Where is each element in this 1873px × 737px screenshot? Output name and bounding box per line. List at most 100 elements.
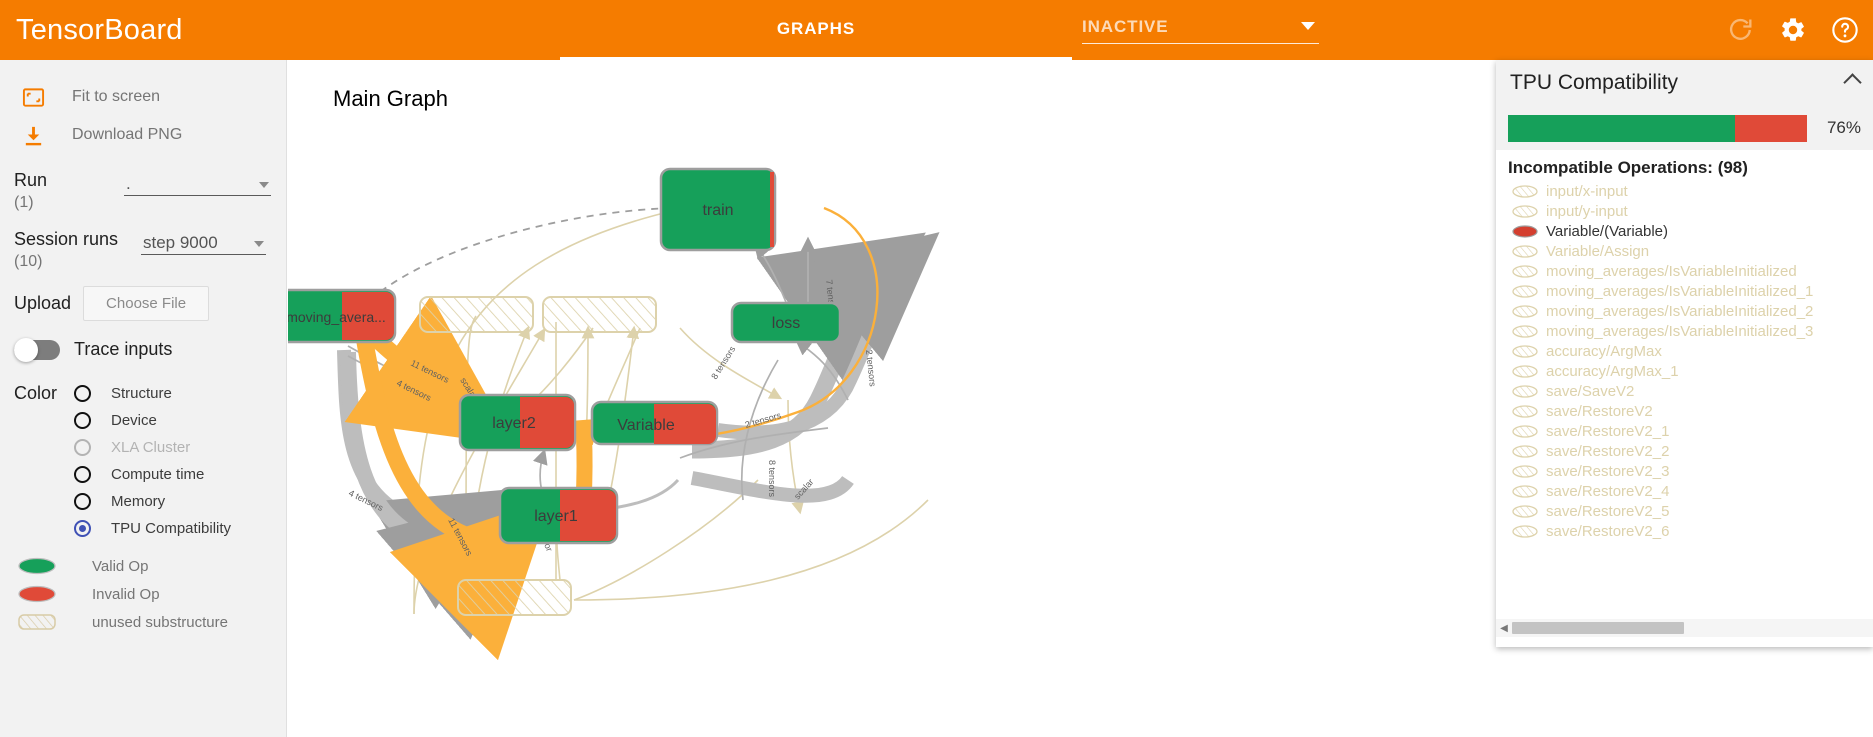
color-option-xla-cluster: XLA Cluster — [74, 434, 231, 461]
operation-row[interactable]: moving_averages/IsVariableInitialized_3 — [1508, 321, 1873, 341]
gear-icon[interactable] — [1779, 16, 1807, 44]
valid-portion — [1508, 114, 1736, 142]
hatched-ellipse-icon — [1508, 404, 1542, 418]
operation-row[interactable]: moving_averages/IsVariableInitialized_2 — [1508, 301, 1873, 321]
legend-item-invalid-op: Invalid Op — [14, 580, 286, 608]
color-option-structure[interactable]: Structure — [74, 380, 231, 407]
top-app-bar: TensorBoard GRAPHS INACTIVE — [0, 0, 1873, 60]
radio-icon — [74, 412, 91, 429]
operation-row[interactable]: Variable/Assign — [1508, 241, 1873, 261]
hatched-ellipse-icon — [1508, 484, 1542, 498]
operation-row[interactable]: save/RestoreV2_2 — [1508, 441, 1873, 461]
fit-to-screen-button[interactable]: Fit to screen — [0, 78, 286, 116]
choose-file-button[interactable]: Choose File — [83, 286, 210, 321]
operation-row[interactable]: save/RestoreV2_3 — [1508, 461, 1873, 481]
graph-canvas[interactable]: Main Graph 4 tensors 11 tensors 4 tensor… — [288, 60, 1496, 737]
radio-icon — [74, 439, 91, 456]
operation-row[interactable]: moving_averages/IsVariableInitialized_1 — [1508, 281, 1873, 301]
operation-name: input/x-input — [1546, 182, 1628, 200]
operation-row[interactable]: accuracy/ArgMax — [1508, 341, 1873, 361]
graph-node-layer2[interactable]: layer2 — [458, 393, 577, 452]
trace-inputs-toggle[interactable]: Trace inputs — [0, 337, 286, 362]
inactive-dropdown-label: INACTIVE — [1082, 16, 1169, 36]
red-ellipse-icon — [14, 585, 60, 603]
hatched-rect-icon — [14, 613, 60, 631]
legend-item-valid-op: Valid Op — [14, 552, 286, 580]
panel-header: TPU Compatibility — [1496, 60, 1873, 106]
scrollbar-thumb[interactable] — [1512, 622, 1684, 634]
node-label: layer2 — [492, 415, 536, 432]
hatched-ellipse-icon — [1508, 464, 1542, 478]
download-png-button[interactable]: Download PNG — [0, 116, 286, 154]
fit-to-screen-label: Fit to screen — [72, 88, 161, 105]
unused-substructure-node[interactable] — [419, 296, 534, 333]
session-runs-field: Session runs (10) step 9000 — [0, 229, 286, 272]
incompatible-operations-list[interactable]: Incompatible Operations: (98) input/x-in… — [1496, 150, 1873, 610]
help-icon[interactable] — [1831, 16, 1859, 44]
unused-substructure-node[interactable] — [542, 296, 657, 333]
hatched-ellipse-icon — [1508, 344, 1542, 358]
chevron-down-icon — [254, 241, 264, 247]
operation-rows: input/x-input input/y-input Variable/(Vari… — [1508, 181, 1873, 541]
toggle-track — [14, 337, 60, 362]
hatched-ellipse-icon — [1508, 204, 1542, 218]
compatibility-percent: 76% — [1826, 118, 1861, 137]
hatched-ellipse-icon — [1508, 184, 1542, 198]
hatched-ellipse-icon — [1508, 424, 1542, 438]
graph-node-loss[interactable]: loss — [730, 301, 842, 344]
edge-label: 8 tensors — [767, 460, 777, 498]
unused-substructure-node[interactable] — [457, 579, 572, 616]
radio-icon — [74, 520, 91, 537]
run-count: (1) — [14, 194, 34, 211]
hatched-ellipse-icon — [1508, 244, 1542, 258]
color-option-device[interactable]: Device — [74, 407, 231, 434]
graph-node-train[interactable]: train — [659, 167, 777, 252]
operation-row[interactable]: Variable/(Variable) — [1508, 221, 1873, 241]
hatched-ellipse-icon — [1508, 304, 1542, 318]
operation-row[interactable]: input/x-input — [1508, 181, 1873, 201]
run-select-value: . — [126, 174, 131, 193]
operation-row[interactable]: moving_averages/IsVariableInitialized — [1508, 261, 1873, 281]
run-label-text: Run — [14, 170, 48, 190]
chevron-up-icon[interactable] — [1843, 73, 1862, 92]
run-select[interactable]: . — [124, 170, 271, 196]
color-option-memory[interactable]: Memory — [74, 488, 231, 515]
legend-label: Valid Op — [92, 557, 149, 575]
edge-label: 8 tensors — [709, 344, 737, 381]
operation-row[interactable]: input/y-input — [1508, 201, 1873, 221]
operation-row[interactable]: save/RestoreV2 — [1508, 401, 1873, 421]
horizontal-scrollbar[interactable]: ◀ — [1496, 619, 1873, 637]
operation-row[interactable]: save/RestoreV2_6 — [1508, 521, 1873, 541]
tab-graphs[interactable]: GRAPHS — [560, 0, 1072, 60]
operation-row[interactable]: accuracy/ArgMax_1 — [1508, 361, 1873, 381]
legend-item-unused-substructure: unused substructure — [14, 608, 286, 636]
refresh-icon[interactable] — [1727, 16, 1755, 44]
hatched-ellipse-icon — [1508, 284, 1542, 298]
color-option-tpu-compatibility[interactable]: TPU Compatibility — [74, 515, 231, 542]
color-option-label: Compute time — [111, 466, 205, 483]
inactive-dropdown[interactable]: INACTIVE — [1082, 10, 1319, 44]
incompatible-operations-title: Incompatible Operations: (98) — [1508, 158, 1748, 177]
color-option-compute-time[interactable]: Compute time — [74, 461, 231, 488]
node-label: train — [702, 202, 733, 219]
hatched-ellipse-icon — [1508, 264, 1542, 278]
operation-name: save/RestoreV2_3 — [1546, 462, 1670, 480]
operation-row[interactable]: save/SaveV2 — [1508, 381, 1873, 401]
color-legend: Valid Op Invalid Op unused substructure — [0, 552, 286, 636]
color-radio-group: Structure Device XLA Cluster Compute tim… — [74, 380, 231, 542]
operation-row[interactable]: save/RestoreV2_5 — [1508, 501, 1873, 521]
color-option-label: Device — [111, 412, 157, 429]
graph-node-layer1[interactable]: layer1 — [498, 486, 619, 545]
red-ellipse-icon — [1508, 224, 1542, 238]
session-runs-select[interactable]: step 9000 — [141, 229, 266, 255]
run-field: Run (1) . — [0, 170, 286, 213]
operation-row[interactable]: save/RestoreV2_4 — [1508, 481, 1873, 501]
radio-icon — [74, 493, 91, 510]
scroll-left-arrow-icon[interactable]: ◀ — [1496, 623, 1512, 634]
session-runs-label-text: Session runs — [14, 229, 119, 249]
edge-label: 2 tensors — [864, 349, 878, 387]
operation-row[interactable]: save/RestoreV2_1 — [1508, 421, 1873, 441]
graph-node-moving-averages[interactable]: moving_avera... — [288, 288, 397, 344]
legend-label: Invalid Op — [92, 585, 160, 603]
graph-node-variable[interactable]: Variable — [590, 400, 719, 446]
